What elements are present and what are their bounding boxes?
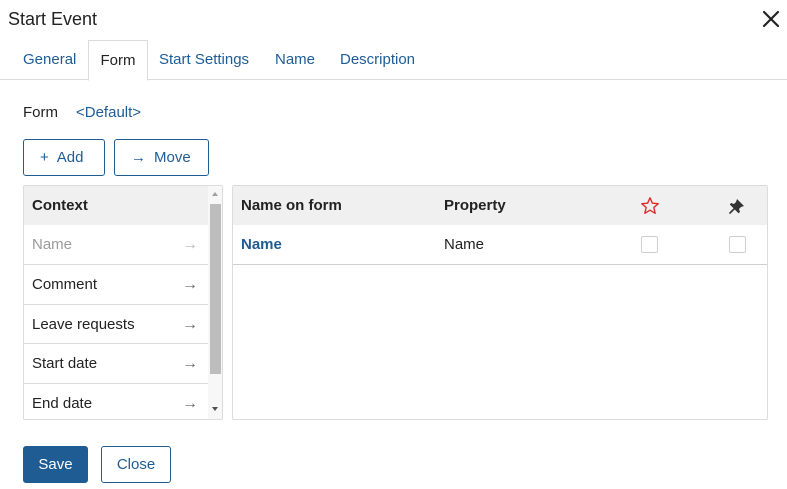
context-list: Context Name → Comment → Leave requests … [23,185,223,420]
plus-icon: + [40,149,49,166]
arrow-right-icon[interactable]: → [182,305,198,344]
tab-bar: General Form Start Settings Name Descrip… [0,40,787,81]
pin-icon [729,199,744,214]
arrow-right-icon[interactable]: → [182,265,198,304]
field-property: Name [444,236,485,253]
close-button[interactable]: Close [101,446,171,483]
arrow-right-icon: → [131,149,146,166]
close-icon[interactable] [760,8,782,30]
add-button-label: Add [56,149,84,166]
tab-general[interactable]: General [23,40,76,80]
tab-form[interactable]: Form [88,40,148,81]
dialog-title: Start Event [8,9,98,29]
scroll-up-icon[interactable] [212,192,218,196]
context-item-name: Name → [24,225,208,264]
context-item-label: Start date [32,355,98,372]
tab-start-settings[interactable]: Start Settings [159,40,249,80]
required-checkbox[interactable] [641,236,658,253]
arrow-right-icon: → [182,236,198,253]
form-selector-link[interactable]: <Default> [76,104,141,121]
context-item-end-date[interactable]: End date → [24,383,208,419]
add-button[interactable]: + Add [23,139,105,176]
scroll-down-icon[interactable] [212,407,218,411]
tab-name[interactable]: Name [275,40,315,80]
context-item-label: Name [32,236,73,253]
move-button-label: Move [154,149,191,166]
arrow-right-icon[interactable]: → [182,384,198,419]
tab-description[interactable]: Description [340,40,415,80]
form-label: Form [23,104,58,121]
context-scrollbar[interactable] [208,186,222,419]
context-item-leave-requests[interactable]: Leave requests → [24,304,208,343]
form-fields-table: Name on form Property Name Name [232,185,768,420]
move-button[interactable]: → Move [114,139,209,176]
star-icon [641,197,659,214]
scrollbar-thumb[interactable] [210,204,221,374]
field-name-link[interactable]: Name [241,225,282,264]
context-item-start-date[interactable]: Start date → [24,343,208,382]
table-row[interactable]: Name Name [233,225,767,265]
context-header: Context [24,186,208,225]
column-name-on-form[interactable]: Name on form [241,186,342,225]
table-header: Name on form Property [233,186,767,225]
pinned-checkbox[interactable] [729,236,746,253]
arrow-right-icon[interactable]: → [182,344,198,383]
save-button[interactable]: Save [23,446,88,483]
context-item-label: End date [32,395,93,412]
column-property[interactable]: Property [444,186,506,225]
context-item-comment[interactable]: Comment → [24,264,208,303]
context-item-label: Comment [32,276,98,293]
context-item-label: Leave requests [32,316,135,333]
